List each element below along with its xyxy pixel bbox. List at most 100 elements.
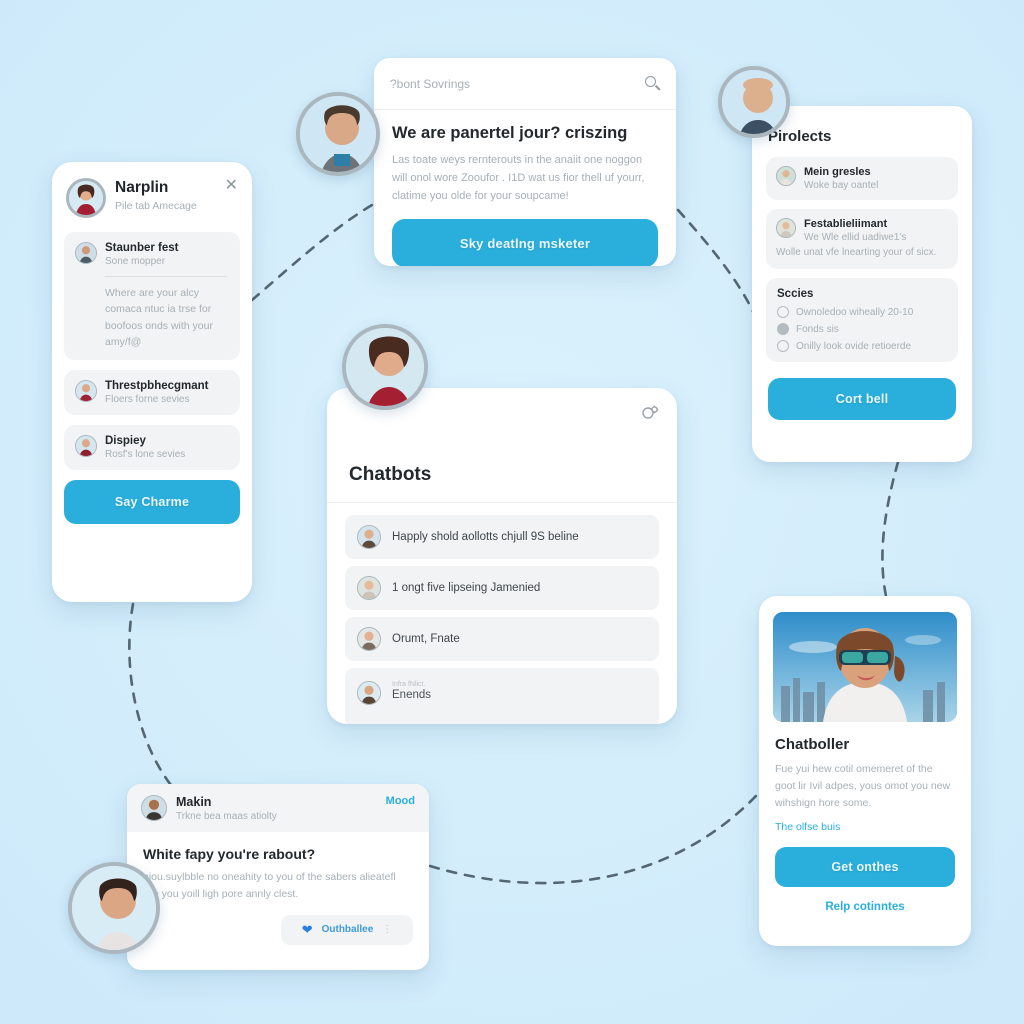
list-item-title: Threstpbhecgmant	[105, 380, 209, 393]
chatboller-link[interactable]: The olfse buis	[775, 821, 840, 833]
narplin-meta: Pile tab Amecage	[115, 200, 197, 212]
chatbot-row-label: Enends	[392, 689, 432, 701]
promo-card: ?bont Sovrings We are panertel jour? cri…	[374, 58, 676, 266]
list-item-text: Mein gresles Woke bay oantel	[804, 166, 878, 191]
narplin-title-block: Narplin Pile tab Amecage	[115, 178, 216, 212]
chatbot-row-label: Orumt, Fnate	[392, 633, 460, 645]
narplin-body: Staunber fest Sone mopper Where are your…	[52, 232, 252, 471]
makin-card: Makin Trkne bea maas atiolty Mood White …	[127, 784, 429, 970]
list-item-avatar	[776, 166, 796, 186]
woman-avatar-icon	[69, 181, 103, 215]
list-item-subtitle: Floers forne sevies	[105, 394, 190, 406]
woman-with-sunglasses-photo-icon	[773, 612, 957, 722]
chatboller-photo	[773, 612, 957, 722]
chatbot-row-tiny: Infra fNlict.	[392, 681, 426, 688]
search-icon[interactable]	[645, 76, 661, 91]
promo-title: We are panertel jour? criszing	[392, 124, 628, 142]
makin-header: Makin Trkne bea maas atiolty Mood	[127, 784, 429, 832]
list-item-title: Dispiey	[105, 435, 146, 448]
more-icon[interactable]: ⋮	[382, 924, 392, 935]
list-item-title: Festablieliimant	[804, 218, 888, 230]
heart-icon[interactable]: ❤	[302, 922, 313, 938]
woman-avatar-icon	[358, 628, 380, 650]
cort-bell-button[interactable]: Cort bell	[768, 378, 956, 420]
narplin-avatar	[66, 178, 106, 218]
chatbots-card: Chatbots Happly shold aollotts chjull 9S…	[327, 388, 677, 724]
promo-description: Las toate weys rernterouts in the anaiit…	[392, 154, 645, 202]
list-item-extra: Wolle unat vfe lnearting your of sicx.	[776, 247, 937, 258]
woman-avatar-icon	[76, 381, 96, 402]
mood-button[interactable]: Mood	[386, 795, 415, 807]
narplin-name: Narplin	[115, 179, 169, 196]
list-item-subtitle: Rosf's lone sevies	[105, 449, 186, 461]
chatbot-row[interactable]: Orumt, Fnate	[345, 617, 659, 661]
chatbot-row-stack: Infra fNlict. Enends	[392, 681, 431, 701]
makin-name: Makin	[176, 795, 212, 809]
check-circle-icon	[777, 323, 789, 335]
get-onthes-button[interactable]: Get onthes	[775, 847, 955, 887]
close-icon[interactable]: ✕	[225, 178, 238, 194]
woman-avatar-icon	[777, 167, 795, 185]
search-input[interactable]: ?bont Sovrings	[390, 77, 470, 91]
stats-row: Ownoledoo wiheally 20-10	[777, 306, 947, 318]
list-item-row: Threstpbhecgmant Floers forne sevies	[75, 380, 229, 405]
stats-tile: Sccies Ownoledoo wiheally 20-10 Fonds si…	[766, 278, 958, 362]
list-item[interactable]: Festablieliimant We Wle ellid uadiwe1's …	[766, 209, 958, 269]
list-item-title: Mein gresles	[804, 166, 871, 178]
avatar-floating-top-left[interactable]	[296, 92, 380, 176]
woman-avatar-icon	[142, 796, 166, 820]
message-author-avatar	[75, 242, 97, 264]
makin-title-block: Makin Trkne bea maas atiolty	[176, 795, 377, 822]
woman-avatar-icon	[777, 219, 795, 237]
list-item-row: Mein gresles Woke bay oantel	[776, 166, 948, 191]
narplin-message-tile[interactable]: Staunber fest Sone mopper Where are your…	[64, 232, 240, 361]
avatar-floating-top-right[interactable]	[718, 66, 790, 138]
chatbot-row[interactable]: Infra fNlict. Enends	[345, 668, 659, 724]
list-item[interactable]: Threstpbhecgmant Floers forne sevies	[64, 370, 240, 416]
chatboller-title: Chatboller	[775, 736, 850, 753]
reaction-bar[interactable]: ❤ Outhballee ⋮	[281, 914, 413, 945]
chatboller-card: Chatboller Fue yui hew cotil omemeret of…	[759, 596, 971, 946]
projects-card: Pirolects Mein gresles Woke bay oantel F…	[752, 106, 972, 462]
message-subtitle: Sone mopper	[105, 256, 166, 267]
narplin-message-head: Staunber fest Sone mopper	[75, 242, 229, 267]
sky-dealing-button[interactable]: Sky deatlng msketer	[392, 219, 658, 266]
makin-question: White fapy you're rabout?	[143, 846, 316, 862]
makin-body: White fapy you're rabout? njou.suylbble …	[127, 832, 429, 903]
woman-avatar-icon	[358, 682, 380, 704]
stats-row-label: Fonds sis	[796, 323, 839, 335]
relp-cotinntes-link[interactable]: Relp cotinntes	[759, 901, 971, 913]
say-charme-button[interactable]: Say Charme	[64, 480, 240, 525]
avatar-floating-center[interactable]	[342, 324, 428, 410]
woman-avatar-icon	[76, 436, 96, 457]
stats-row-label: Onilly look ovide retioerde	[796, 340, 912, 352]
search-bar[interactable]: ?bont Sovrings	[374, 58, 676, 110]
list-item-text: Threstpbhecgmant Floers forne sevies	[105, 380, 209, 405]
list-item-subtitle: We Wle ellid uadiwe1's	[804, 232, 907, 243]
narplin-card: Narplin Pile tab Amecage ✕ Staunber fest…	[52, 162, 252, 602]
chatbot-row-label: 1 ongt five lipseing Jamenied	[392, 582, 541, 594]
chatbot-avatar	[357, 525, 381, 549]
chatboller-description: Fue yui hew cotil omemeret of the goot l…	[775, 763, 951, 809]
list-item-text: Festablieliimant We Wle ellid uadiwe1's	[804, 218, 906, 243]
list-item[interactable]: Mein gresles Woke bay oantel	[766, 157, 958, 200]
list-item[interactable]: Dispiey Rosf's lone sevies	[64, 425, 240, 471]
connector-top-to-right	[676, 208, 758, 320]
chatbot-avatar	[357, 576, 381, 600]
reaction-label: Outhballee	[321, 924, 374, 936]
list-item-subtitle: Woke bay oantel	[804, 180, 879, 191]
makin-meta: Trkne bea maas atiolty	[176, 811, 277, 822]
woman-avatar-icon	[358, 526, 380, 548]
clock-icon	[777, 306, 789, 318]
promo-body: We are panertel jour? criszing Las toate…	[374, 110, 676, 205]
chatbot-avatar	[357, 681, 381, 705]
narplin-header: Narplin Pile tab Amecage ✕	[52, 162, 252, 232]
avatar-floating-bottom-left[interactable]	[68, 862, 160, 954]
makin-answer: njou.suylbble no oneahity to you of the …	[143, 871, 396, 900]
chatbot-row[interactable]: 1 ongt five lipseing Jamenied	[345, 566, 659, 610]
chatbot-row[interactable]: Happly shold aollotts chjull 9S beline	[345, 515, 659, 559]
connector-bottom-curve	[428, 758, 788, 885]
chatbots-rows: Happly shold aollotts chjull 9S beline 1…	[327, 503, 677, 724]
list-item-avatar	[75, 380, 97, 403]
user-settings-icon[interactable]	[640, 404, 659, 428]
